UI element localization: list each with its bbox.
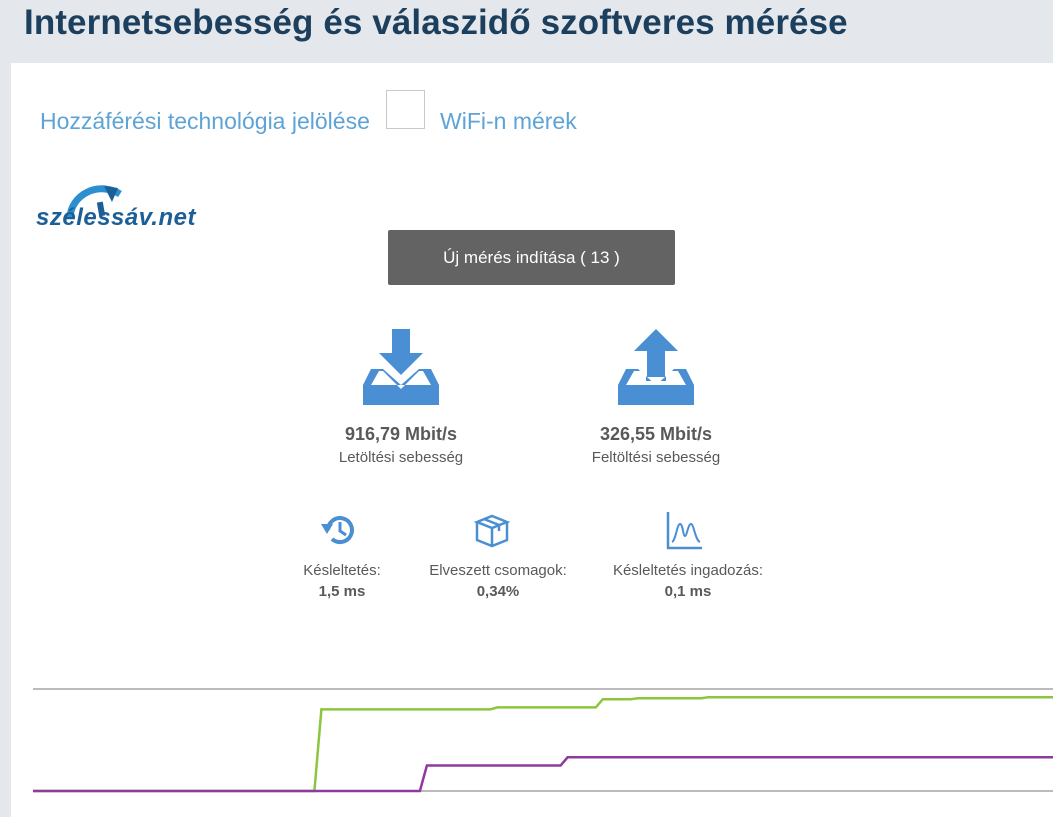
page-title: Internetsebesség és válaszidő szoftveres…	[24, 3, 848, 42]
download-speed-value: 916,79 Mbit/s	[344, 424, 458, 444]
speed-history-chart	[33, 688, 1053, 793]
package-box-icon	[473, 514, 511, 548]
jitter-graph-icon	[666, 512, 702, 550]
szelessav-logo: szélessáv.net	[36, 180, 206, 235]
latency-history-icon	[321, 516, 354, 545]
jitter-metric: Késleltetés ingadozás: 0,1 ms	[598, 510, 778, 600]
upload-series-line	[33, 756, 1053, 793]
page-header: Internetsebesség és válaszidő szoftveres…	[0, 0, 1053, 63]
access-technology-label: Hozzáférési technológia jelölése	[40, 108, 370, 134]
jitter-value: 0,1 ms	[664, 583, 712, 600]
wifi-label[interactable]: WiFi-n mérek	[440, 108, 577, 135]
start-measurement-button[interactable]: Új mérés indítása ( 13 )	[388, 230, 675, 285]
download-metric: 916,79 Mbit/s Letöltési sebesség	[311, 327, 491, 466]
latency-value: 1,5 ms	[318, 583, 366, 600]
jitter-label: Késleltetés ingadozás:	[612, 562, 764, 579]
packet-loss-metric: Elveszett csomagok: 0,34%	[408, 510, 588, 600]
upload-speed-label: Feltöltési sebesség	[591, 449, 721, 466]
upload-metric: 326,55 Mbit/s Feltöltési sebesség	[566, 327, 746, 466]
packet-loss-value: 0,34%	[476, 583, 520, 600]
download-speed-label: Letöltési sebesség	[338, 449, 464, 466]
download-series-line	[33, 695, 1053, 793]
wifi-checkbox[interactable]	[386, 90, 425, 129]
download-icon	[363, 329, 439, 405]
upload-icon	[618, 329, 694, 405]
latency-label: Késleltetés:	[303, 562, 381, 579]
upload-speed-value: 326,55 Mbit/s	[599, 424, 713, 444]
logo-text: szélessáv.net	[36, 204, 196, 231]
latency-metric: Késleltetés: 1,5 ms	[252, 510, 432, 600]
left-sidebar-strip	[0, 63, 11, 817]
packet-loss-label: Elveszett csomagok:	[429, 562, 567, 579]
